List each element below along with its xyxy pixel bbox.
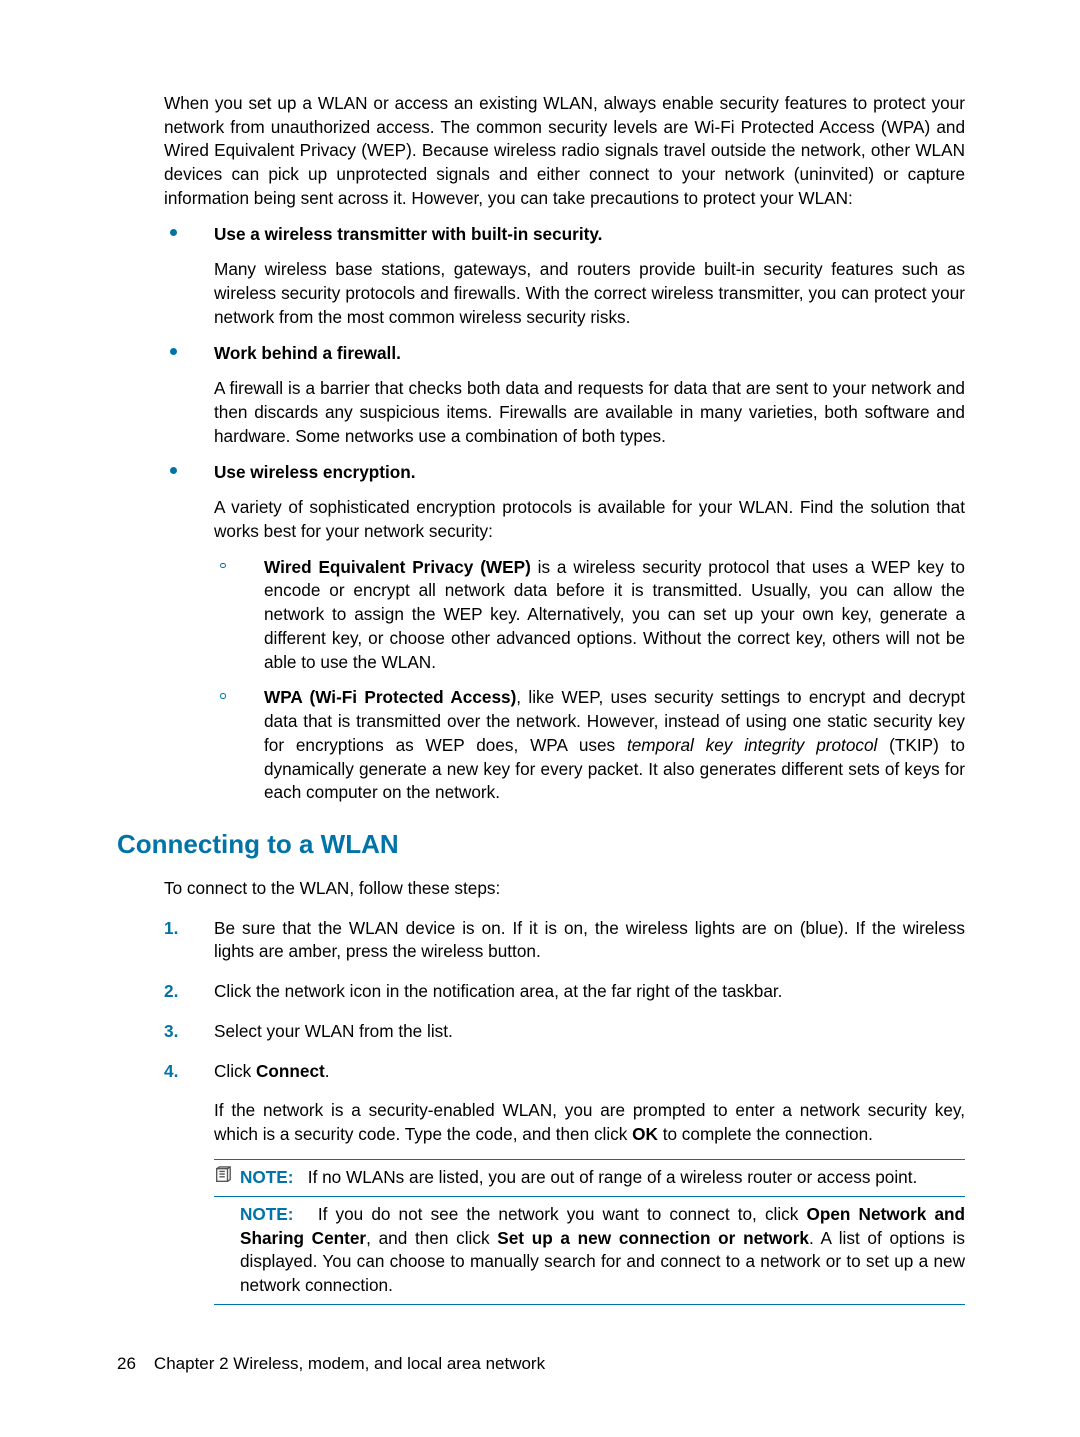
note-body: If you do not see the network you want t… — [318, 1204, 807, 1224]
note-bold: Set up a new connection or network — [497, 1228, 809, 1248]
step-bold: Connect — [256, 1061, 325, 1081]
step-bold: OK — [632, 1124, 658, 1144]
note-body: , and then click — [366, 1228, 497, 1248]
bullet-transmitter: Use a wireless transmitter with built-in… — [164, 223, 965, 330]
steps-list: Be sure that the WLAN device is on. If i… — [164, 917, 965, 1147]
bullet-body: Many wireless base stations, gateways, a… — [214, 258, 965, 329]
step-4-sub: If the network is a security-enabled WLA… — [214, 1099, 965, 1146]
note-text: NOTE: If no WLANs are listed, you are ou… — [240, 1166, 965, 1190]
step-2: Click the network icon in the notificati… — [164, 980, 965, 1004]
note-body: If no WLANs are listed, you are out of r… — [308, 1167, 918, 1187]
note-2: NOTE: If you do not see the network you … — [214, 1197, 965, 1304]
page-footer: 26 Chapter 2 Wireless, modem, and local a… — [117, 1352, 545, 1375]
section-intro: To connect to the WLAN, follow these ste… — [164, 877, 965, 901]
note-block: NOTE: If no WLANs are listed, you are ou… — [214, 1159, 965, 1305]
step-text: to complete the connection. — [658, 1124, 873, 1144]
bullet-encryption: Use wireless encryption. A variety of so… — [164, 461, 965, 806]
precautions-list: Use a wireless transmitter with built-in… — [164, 223, 965, 805]
page: When you set up a WLAN or access an exis… — [0, 0, 1080, 1437]
step-text: . — [325, 1061, 330, 1081]
note-divider — [214, 1304, 965, 1305]
encryption-sublist: Wired Equivalent Privacy (WEP) is a wire… — [214, 556, 965, 805]
note-1: NOTE: If no WLANs are listed, you are ou… — [214, 1160, 965, 1196]
sub-emph: temporal key integrity protocol — [627, 735, 877, 755]
bullet-heading: Use wireless encryption. — [214, 461, 965, 485]
bullet-firewall: Work behind a firewall. A firewall is a … — [164, 342, 965, 449]
note-icon — [214, 1166, 236, 1190]
chapter-label: Chapter 2 Wireless, modem, and local are… — [154, 1354, 545, 1373]
step-4: Click Connect. If the network is a secur… — [164, 1060, 965, 1147]
page-number: 26 — [117, 1354, 136, 1373]
section-heading-connecting: Connecting to a WLAN — [117, 827, 965, 863]
step-3: Select your WLAN from the list. — [164, 1020, 965, 1044]
intro-paragraph: When you set up a WLAN or access an exis… — [164, 92, 965, 211]
sub-wep: Wired Equivalent Privacy (WEP) is a wire… — [214, 556, 965, 675]
step-1: Be sure that the WLAN device is on. If i… — [164, 917, 965, 964]
note-label: NOTE: — [240, 1204, 293, 1224]
note-label: NOTE: — [240, 1167, 293, 1187]
bullet-body: A variety of sophisticated encryption pr… — [214, 496, 965, 543]
bullet-heading: Work behind a firewall. — [214, 342, 965, 366]
sub-lead: WPA (Wi-Fi Protected Access) — [264, 687, 516, 707]
sub-lead: Wired Equivalent Privacy (WEP) — [264, 557, 531, 577]
sub-wpa: WPA (Wi-Fi Protected Access), like WEP, … — [214, 686, 965, 805]
bullet-body: A firewall is a barrier that checks both… — [214, 377, 965, 448]
bullet-heading: Use a wireless transmitter with built-in… — [214, 223, 965, 247]
note-text: NOTE: If you do not see the network you … — [240, 1203, 965, 1298]
step-text: Click — [214, 1061, 256, 1081]
